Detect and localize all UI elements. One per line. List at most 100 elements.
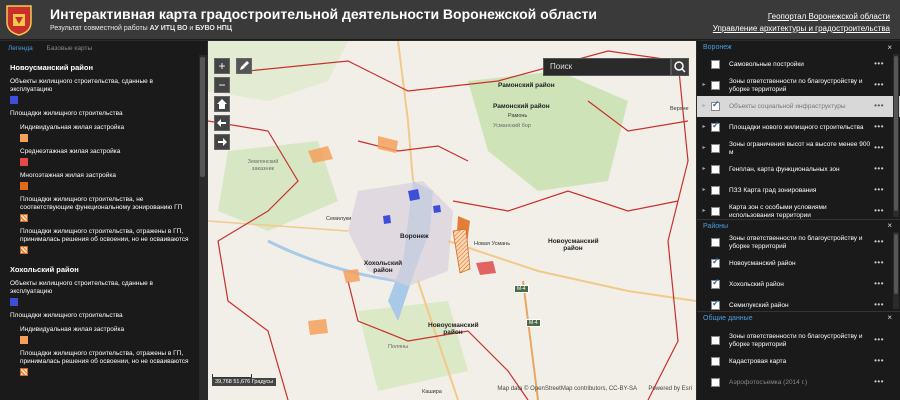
powered-by-text: Powered by Esri (648, 386, 692, 392)
close-icon[interactable]: × (887, 313, 892, 322)
layer-checkbox[interactable] (711, 60, 720, 69)
layer-row[interactable]: Зоны ответственности по благоустройству … (697, 232, 900, 253)
more-options-icon[interactable]: ••• (874, 102, 884, 110)
layer-row[interactable]: Самовольные постройки ••• (697, 54, 900, 75)
more-options-icon[interactable]: ••• (874, 301, 884, 309)
map-label: Усманский бор (493, 123, 531, 129)
layer-row[interactable]: Зоны ответственности по благоустройству … (697, 330, 900, 351)
layer-checkbox[interactable] (711, 357, 720, 366)
legend-item: Индивидуальная жилая застройка (10, 124, 192, 142)
architecture-dept-link[interactable]: Управление архитектуры и градостроительс… (713, 23, 890, 35)
more-options-icon[interactable]: ••• (874, 357, 884, 365)
development-site[interactable] (308, 319, 328, 335)
built-object[interactable] (433, 205, 441, 213)
more-options-icon[interactable]: ••• (874, 60, 884, 68)
more-options-icon[interactable]: ••• (874, 165, 884, 173)
legend-swatch (20, 336, 28, 344)
expand-arrow-icon[interactable]: ▸ (697, 166, 711, 174)
layer-checkbox[interactable] (711, 279, 720, 289)
search-button[interactable] (671, 58, 689, 76)
expand-arrow-icon[interactable]: ▸ (697, 187, 711, 195)
layer-checkbox[interactable] (711, 378, 720, 387)
legend-group: Площадки жилищного строительства (10, 312, 192, 320)
more-options-icon[interactable]: ••• (874, 207, 884, 215)
geoportal-link[interactable]: Геопортал Воронежской области (713, 11, 890, 23)
layer-checkbox[interactable] (711, 144, 720, 153)
more-options-icon[interactable]: ••• (874, 144, 884, 152)
expand-arrow-icon[interactable]: ▸ (697, 103, 711, 111)
expand-arrow-icon[interactable]: ▸ (697, 82, 711, 90)
section-scrollbar[interactable] (893, 54, 899, 217)
close-icon[interactable]: × (887, 221, 892, 230)
layer-row[interactable]: ▸Площадки нового жилищного строительства… (697, 117, 900, 138)
legend-item: Объекты жилищного строительства, сданные… (10, 78, 192, 104)
layer-checkbox[interactable] (711, 207, 720, 216)
scrollbar-thumb[interactable] (894, 56, 898, 211)
more-options-icon[interactable]: ••• (874, 259, 884, 267)
more-options-icon[interactable]: ••• (874, 378, 884, 386)
home-button[interactable] (214, 96, 230, 112)
layer-checkbox[interactable] (711, 300, 720, 310)
forward-button[interactable] (214, 134, 230, 150)
section-scrollbar[interactable] (893, 232, 899, 309)
road-m4 (522, 280, 539, 400)
road (397, 41, 414, 182)
layer-row[interactable]: ▸ Генплан, карта функциональных зон ••• (697, 159, 900, 180)
more-options-icon[interactable]: ••• (874, 238, 884, 246)
more-options-icon[interactable]: ••• (874, 186, 884, 194)
layer-checkbox[interactable] (711, 81, 720, 90)
scrollbar-thumb[interactable] (200, 57, 205, 177)
draw-tool-button[interactable] (236, 58, 252, 74)
layer-checkbox[interactable] (711, 101, 720, 111)
more-options-icon[interactable]: ••• (874, 81, 884, 89)
layer-row[interactable]: Кадастровая карта ••• (697, 351, 900, 372)
layer-row[interactable]: ▸ ПЗЗ Карта град зонирования ••• (697, 180, 900, 201)
expand-arrow-icon[interactable]: ▸ (697, 208, 711, 216)
more-options-icon[interactable]: ••• (874, 123, 884, 131)
layer-checkbox[interactable] (711, 186, 720, 195)
map-label: Рамонь (508, 113, 528, 119)
built-object[interactable] (383, 215, 391, 224)
map-label: Новоусманский район (428, 322, 479, 336)
layer-checkbox[interactable] (711, 122, 720, 132)
page-subtitle: Результат совместной работы АУ ИТЦ ВО и … (50, 25, 232, 32)
layer-row[interactable]: Хохольский район••• (697, 274, 900, 295)
arrow-left-icon (217, 119, 226, 127)
legend-group-label: Площадки жилищного строительства (10, 110, 123, 117)
legend-item: Многоэтажная жилая застройка (10, 172, 192, 190)
expand-arrow-icon[interactable]: ▸ (697, 145, 711, 153)
zoom-out-button[interactable]: − (214, 77, 230, 93)
layer-checkbox[interactable] (711, 165, 720, 174)
expand-arrow-icon[interactable]: ▸ (697, 124, 711, 132)
layer-checkbox[interactable] (711, 238, 720, 247)
layers-panel: Воронеж × Самовольные постройки ••• ▸ Зоны … (697, 41, 900, 400)
map-label: Семилуки (326, 216, 352, 222)
layer-row[interactable]: Новоусманский район••• (697, 253, 900, 274)
layer-row[interactable]: ▸Объекты социальной инфраструктуры••• (697, 96, 900, 117)
more-options-icon[interactable]: ••• (874, 336, 884, 344)
legend-item: Среднеэтажная жилая застройка (10, 148, 192, 166)
more-options-icon[interactable]: ••• (874, 280, 884, 288)
legend-scrollbar[interactable] (199, 55, 207, 400)
legend-item-label: Индивидуальная жилая застройка (20, 326, 125, 333)
search-input[interactable]: Поиск (543, 58, 671, 76)
scrollbar-thumb[interactable] (894, 234, 898, 294)
back-button[interactable] (214, 115, 230, 131)
development-site[interactable] (476, 261, 496, 275)
tab-legend[interactable]: Легенда (8, 45, 33, 52)
legend-item-label: Площадки жилищного строительства, отраже… (20, 228, 189, 243)
map-view[interactable]: Рамонский район Рамонский район Рамонь В… (208, 41, 696, 400)
built-object[interactable] (408, 189, 420, 201)
tab-basemaps[interactable]: Базовые карты (47, 45, 93, 52)
layer-row[interactable]: Аэрофотосъемка (2014 г.) ••• (697, 372, 900, 393)
development-site[interactable] (378, 136, 398, 153)
header: Интерактивная карта градостроительной де… (0, 0, 900, 40)
close-icon[interactable]: × (887, 43, 892, 52)
layer-row[interactable]: ▸ Зоны ограничения высот на высоте менее … (697, 138, 900, 159)
layer-checkbox[interactable] (711, 336, 720, 345)
app: Интерактивная карта градостроительной де… (0, 0, 900, 400)
layer-row[interactable]: ▸ Зоны ответственности по благоустройству… (697, 75, 900, 96)
legend-item-label: Объекты жилищного строительства, сданные… (10, 280, 154, 295)
zoom-in-button[interactable]: + (214, 58, 230, 74)
layer-checkbox[interactable] (711, 258, 720, 268)
